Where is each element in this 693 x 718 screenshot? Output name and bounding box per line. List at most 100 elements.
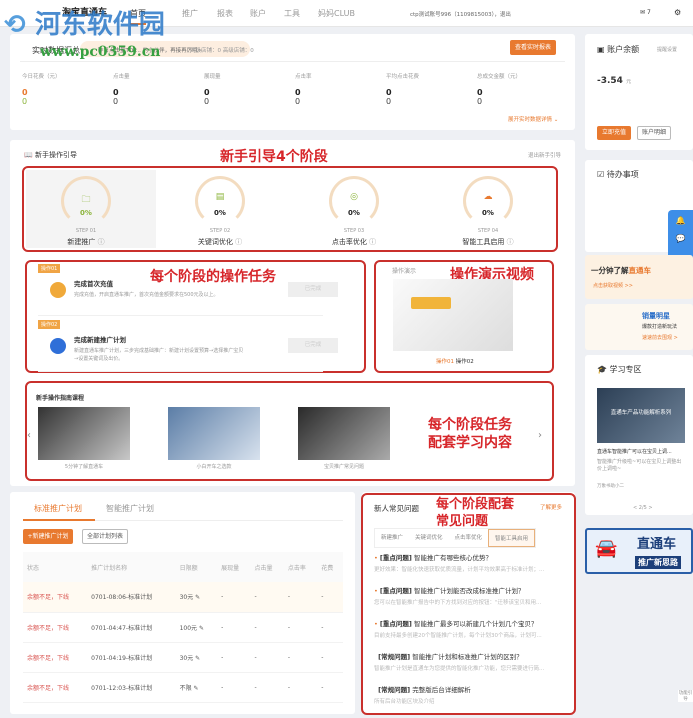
table-cell[interactable]: 不限 ✎ <box>176 672 218 702</box>
view-report-button[interactable]: 查看实时报表 <box>510 40 556 55</box>
mail-count: 7 <box>646 9 651 16</box>
balance-value: -3.54 元 <box>597 76 632 86</box>
table-cell[interactable]: 100元 ✎ <box>176 612 218 642</box>
metric-5: 总成交金额（元） 0 0 <box>477 74 522 106</box>
table-cell: - <box>221 653 224 661</box>
step-3[interactable]: ◎ 0% STEP 03 点击率优化 ⓘ <box>294 172 414 247</box>
account-detail-button[interactable]: 账户明细 <box>637 126 671 140</box>
step-1[interactable]: 🗀 0% STEP 01 新建推广 ⓘ <box>26 172 146 247</box>
plans-table: 状态 推广计划名称 日限额 展现量 点击量 点击率 花费 余额不足，下线 0701-08:06-… <box>23 552 343 703</box>
table-row[interactable]: 余额不足，下线 0701-12:03-标准计划 不限 ✎ - - - - <box>23 672 343 702</box>
courses-title: 新手操作指南课程 <box>36 395 85 402</box>
table-cell[interactable]: 30元 ✎ <box>176 642 218 672</box>
feature-guide-button[interactable]: 功能引导 <box>678 690 693 702</box>
expand-link[interactable]: 展开实时数据详情 ⌄ <box>508 115 558 123</box>
column-header[interactable]: 展现量 <box>217 552 251 582</box>
table-cell: - <box>221 683 224 691</box>
tab-smart-plan[interactable]: 智能推广计划 <box>106 503 154 514</box>
course-card[interactable]: 宝贝推广常见问题 <box>298 407 390 470</box>
settings-icon[interactable]: ⚙ <box>674 8 681 17</box>
table-cell: - <box>221 593 224 601</box>
edit-pencil-icon: ✎ <box>195 654 201 662</box>
sales-star-banner[interactable]: 销量明星 爆款打造新玩法 速速前去围观 > <box>585 304 693 350</box>
account-title: ▣ 账户余额 <box>597 45 640 54</box>
metric-3: 点击率 0 0 <box>295 74 312 106</box>
table-row[interactable]: 余额不足，下线 0701-08:06-标准计划 30元 ✎ - - - - <box>23 582 343 612</box>
recharge-button[interactable]: 立即充值 <box>597 126 631 140</box>
learning-pager[interactable]: < 2/5 > <box>633 505 653 511</box>
demo-video[interactable] <box>393 279 513 351</box>
column-header[interactable]: 推广计划名称 <box>87 552 176 582</box>
learning-title: 🎓 学习专区 <box>597 365 642 374</box>
learning-thumbnail[interactable]: 直通车产品功能解析系列 <box>597 388 685 443</box>
all-plans-button[interactable]: 全部计划列表 <box>82 529 128 544</box>
column-header[interactable]: 点击量 <box>250 552 284 582</box>
metric-1: 点击量 0 0 <box>113 74 130 106</box>
watermark-logo: ⟲ 河东软件园 <box>4 10 165 40</box>
money-bag-icon <box>50 282 66 298</box>
task-item: 操作02 完成新建推广计划 新建直通车推广计划，三步完成基础推广：新建计划设置预… <box>38 320 338 372</box>
carousel-next-icon[interactable]: › <box>538 430 542 441</box>
column-header[interactable]: 状态 <box>23 552 88 582</box>
nav-tools[interactable]: 工具 <box>284 8 300 19</box>
step-icon: ▤ <box>215 192 225 202</box>
table-cell: - <box>287 593 291 601</box>
step-icon: ☁ <box>483 192 493 202</box>
metric-0: 今日花费（元） 0 0 <box>22 74 61 106</box>
video-play-icon <box>411 297 451 309</box>
mail-icon[interactable]: ✉ 7 <box>640 9 651 16</box>
divider <box>20 61 565 62</box>
learning-article-title[interactable]: 直通车智能推广可以在宝贝上调... <box>597 448 687 455</box>
car-banner[interactable]: 🚘 直通车 推广新思路 <box>585 528 693 574</box>
step-icon: ◎ <box>350 192 358 202</box>
video-tab-1[interactable]: 操作01 <box>436 359 454 365</box>
course-thumbnail <box>168 407 260 460</box>
column-header[interactable]: 点击率 <box>283 552 318 582</box>
metric-4: 平均点击花费 0 0 <box>386 74 420 106</box>
table-cell: - <box>254 653 257 661</box>
shop-counts: 同级店铺：0 高级店铺：0 <box>190 48 254 54</box>
carousel-prev-icon[interactable]: ‹ <box>27 430 31 441</box>
guide-title: 📖 新手操作引导 <box>24 151 77 159</box>
video-tab-2[interactable]: 操作02 <box>456 359 474 365</box>
task-done-button[interactable]: 已完成 <box>288 338 338 353</box>
edit-pencil-icon: ✎ <box>193 684 199 692</box>
annotation-courses: 每个阶段任务 配套学习内容 <box>428 417 512 451</box>
table-cell: - <box>321 683 324 691</box>
nav-report[interactable]: 报表 <box>217 8 233 19</box>
car-icon: 🚘 <box>595 538 618 559</box>
user-info[interactable]: ctp测试账号996（1109815003），退出 <box>410 10 511 18</box>
new-plan-button[interactable]: +新建推广计划 <box>23 529 73 544</box>
tab-standard-plan[interactable]: 标准推广计划 <box>34 503 82 514</box>
reminder-setting-link[interactable]: 提醒设置 <box>657 46 677 53</box>
nav-account[interactable]: 账户 <box>250 8 266 19</box>
table-cell: 余额不足，下线 <box>27 654 70 662</box>
annotation-faq: 每个阶段配套 常见问题 <box>436 497 515 529</box>
nav-promo[interactable]: 推广 <box>182 8 198 19</box>
plans-panel: 标准推广计划 智能推广计划 +新建推广计划 全部计划列表 状态 推广计划名称 日限额… <box>10 492 355 714</box>
nav-club[interactable]: 妈妈CLUB <box>318 8 355 19</box>
learning-panel: 🎓 学习专区 直通车产品功能解析系列 直通车智能推广可以在宝贝上调... 智能推… <box>585 355 693 515</box>
table-row[interactable]: 余额不足，下线 0701-04:19-标准计划 30元 ✎ - - - - <box>23 642 343 672</box>
help-icon: ⓘ <box>235 238 243 246</box>
table-cell: - <box>287 653 291 661</box>
course-thumbnail <box>298 407 390 460</box>
exit-guide-link[interactable]: 退出新手引导 <box>528 151 561 159</box>
table-cell: - <box>321 593 324 601</box>
course-card[interactable]: 小白开车之选款 <box>168 407 260 470</box>
task-done-button[interactable]: 已完成 <box>288 282 338 297</box>
video-title: 操作演示 <box>392 268 417 275</box>
intro-video-banner[interactable]: 一分钟了解直通车 点击获取视频 >> <box>585 255 693 299</box>
edit-pencil-icon: ✎ <box>195 594 201 602</box>
task-item: 操作01 完成首次充值 完成充值，开启直通车推广，首次充值金额要求在500元及以… <box>38 264 338 316</box>
column-header[interactable]: 花费 <box>317 552 343 582</box>
step-4[interactable]: ☁ 0% STEP 04 智能工具启用 ⓘ <box>428 172 548 247</box>
edit-pencil-icon: ✎ <box>198 624 204 632</box>
todo-title: ☑ 待办事项 <box>597 170 639 179</box>
step-2[interactable]: ▤ 0% STEP 02 关键词优化 ⓘ <box>160 172 280 247</box>
column-header[interactable]: 日限额 <box>175 552 218 582</box>
course-card[interactable]: 5分钟了解直通车 <box>38 407 130 470</box>
table-cell[interactable]: 30元 ✎ <box>176 582 218 612</box>
table-cell: 0701-04:19-标准计划 <box>91 654 153 662</box>
table-row[interactable]: 余额不足，下线 0701-04:47-标准计划 100元 ✎ - - - - <box>23 612 343 642</box>
